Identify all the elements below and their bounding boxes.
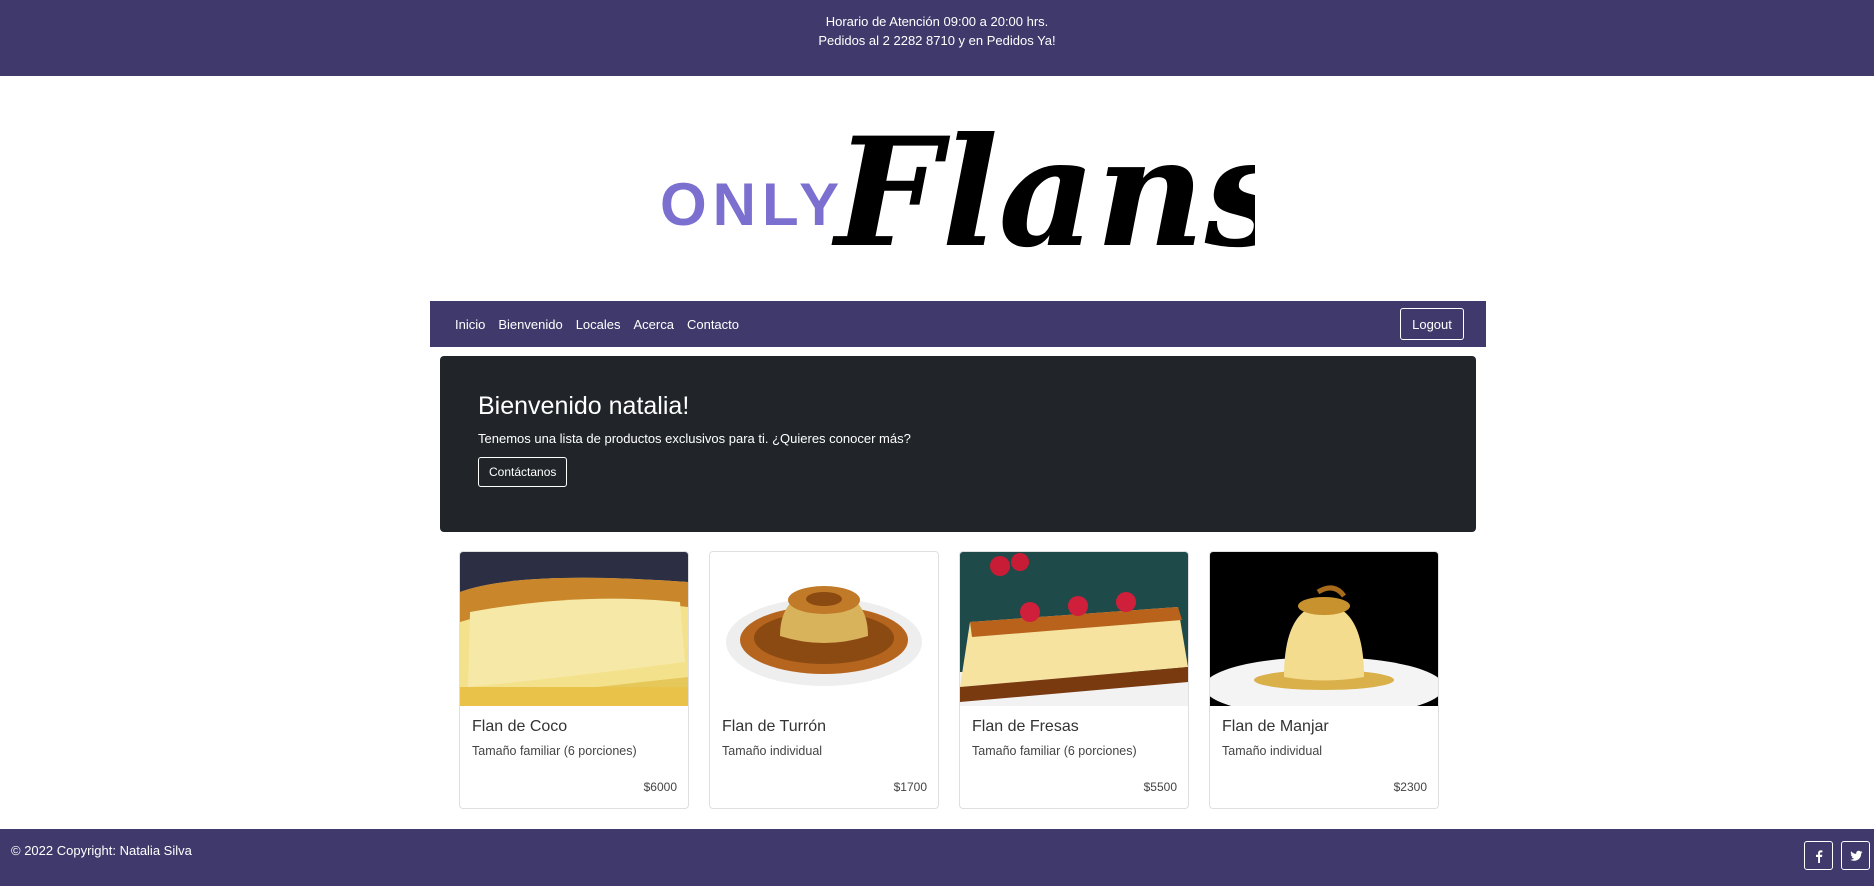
nav-link-inicio[interactable]: Inicio <box>455 317 485 332</box>
product-name: Flan de Manjar <box>1222 718 1329 735</box>
opening-hours-text: Horario de Atención 09:00 a 20:00 hrs. <box>825 14 1049 29</box>
product-name: Flan de Turrón <box>722 718 827 735</box>
welcome-jumbotron: Bienvenido natalia! Tenemos una lista de… <box>440 356 1476 532</box>
product-image-coco <box>460 552 688 706</box>
site-footer: © 2022 Copyright: Natalia Silva <box>0 829 1874 886</box>
product-name: Flan de Coco <box>472 718 568 735</box>
product-name: Flan de Fresas <box>972 718 1079 735</box>
nav-link-bienvenido[interactable]: Bienvenido <box>498 317 562 332</box>
product-card-body: Flan de Fresas Tamaño familiar (6 porcio… <box>960 706 1188 808</box>
nav-link-locales[interactable]: Locales <box>576 317 621 332</box>
site-logo[interactable]: ONLY Flans <box>655 95 1255 280</box>
product-card-fresas[interactable]: Flan de Fresas Tamaño familiar (6 porcio… <box>959 551 1189 809</box>
product-description: Tamaño individual <box>1222 744 1323 758</box>
product-price: $5500 <box>1143 780 1177 794</box>
product-card-body: Flan de Coco Tamaño familiar (6 porcione… <box>460 706 688 808</box>
product-card-turron[interactable]: Flan de Turrón Tamaño individual $1700 <box>709 551 939 809</box>
social-links <box>1804 841 1870 870</box>
nav-link-contacto[interactable]: Contacto <box>687 317 739 332</box>
product-card-coco[interactable]: Flan de Coco Tamaño familiar (6 porcione… <box>459 551 689 809</box>
product-image-fresas <box>960 552 1188 706</box>
orders-phone-text: Pedidos al 2 2282 8710 y en Pedidos Ya! <box>818 33 1056 48</box>
facebook-icon <box>1815 849 1822 863</box>
product-card-body: Flan de Manjar Tamaño individual $2300 <box>1210 706 1438 808</box>
product-cards: Flan de Coco Tamaño familiar (6 porcione… <box>459 551 1439 809</box>
product-card-body: Flan de Turrón Tamaño individual $1700 <box>710 706 938 808</box>
product-card-manjar[interactable]: Flan de Manjar Tamaño individual $2300 <box>1209 551 1439 809</box>
product-image-turron <box>710 552 938 706</box>
announcement-bar: Horario de Atención 09:00 a 20:00 hrs. P… <box>0 0 1874 76</box>
welcome-title: Bienvenido natalia! <box>478 392 690 420</box>
nav-link-acerca[interactable]: Acerca <box>634 317 674 332</box>
copyright-text: © 2022 Copyright: Natalia Silva <box>11 843 192 858</box>
twitter-button[interactable] <box>1841 841 1870 870</box>
product-description: Tamaño familiar (6 porciones) <box>472 744 637 758</box>
nav-links: Inicio Bienvenido Locales Acerca Contact… <box>455 317 1400 332</box>
product-description: Tamaño individual <box>722 744 823 758</box>
product-price: $2300 <box>1393 780 1427 794</box>
main-navbar: Inicio Bienvenido Locales Acerca Contact… <box>430 301 1486 347</box>
logout-button[interactable]: Logout <box>1400 308 1464 340</box>
product-price: $1700 <box>893 780 927 794</box>
product-image-manjar <box>1210 552 1438 706</box>
contact-button[interactable]: Contáctanos <box>478 457 568 487</box>
logo-only-text: ONLY <box>660 171 845 238</box>
product-price: $6000 <box>643 780 677 794</box>
welcome-text: Tenemos una lista de productos exclusivo… <box>478 431 911 446</box>
twitter-icon <box>1849 850 1862 861</box>
logo-flans-text: Flans <box>831 105 1255 280</box>
product-description: Tamaño familiar (6 porciones) <box>972 744 1137 758</box>
facebook-button[interactable] <box>1804 841 1833 870</box>
